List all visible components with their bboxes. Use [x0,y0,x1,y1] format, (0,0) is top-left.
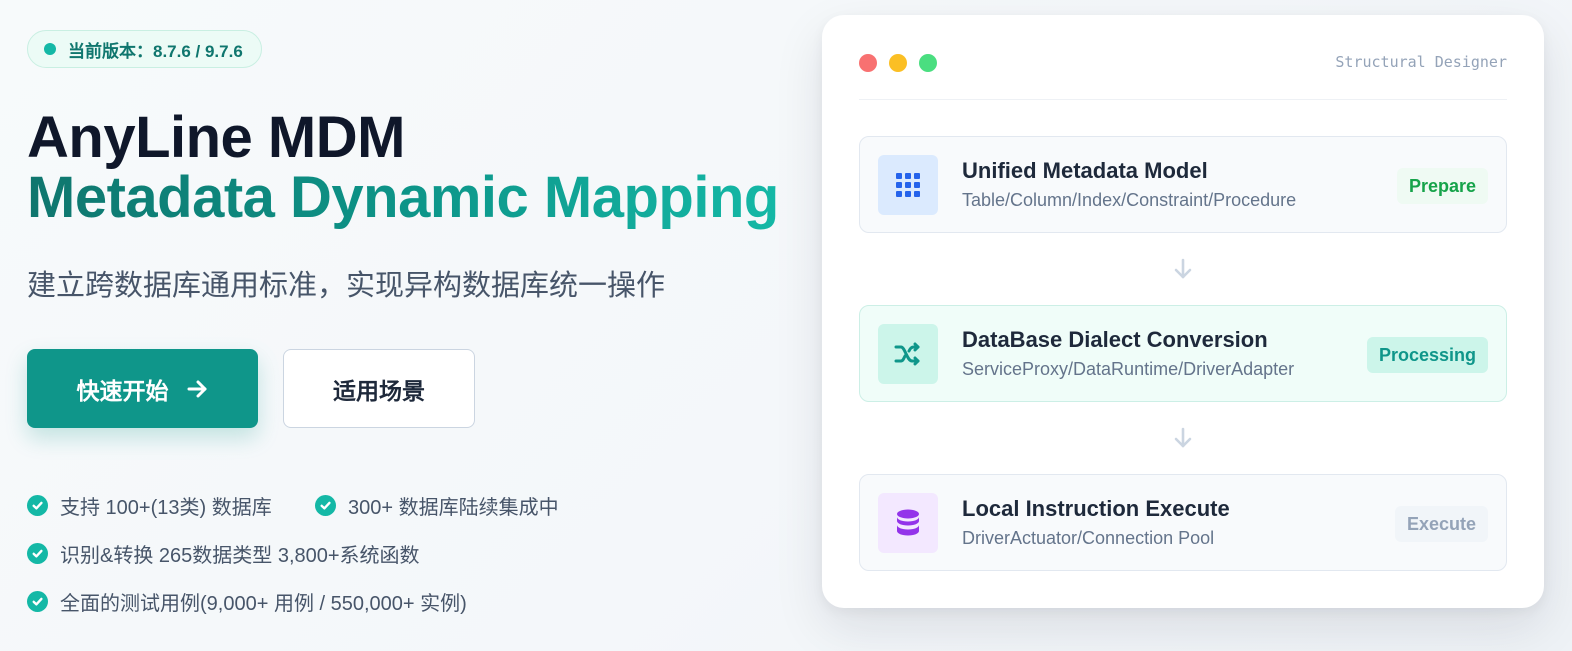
close-dot-icon[interactable] [859,54,877,72]
maximize-dot-icon[interactable] [919,54,937,72]
divider [859,99,1507,100]
version-badge: 当前版本：8.7.6 / 9.7.6 [27,30,262,68]
hero-subtitle: 建立跨数据库通用标准，实现异构数据库统一操作 [27,270,666,302]
feature-item: 支持 100+(13类) 数据库 [27,491,272,520]
feature-text: 300+ 数据库陆续集成中 [348,497,559,519]
quick-start-label: 快速开始 [76,377,169,404]
check-circle-icon [315,495,336,516]
hero-title-gradient: Metadata Dynamic Mapping [27,165,779,230]
step-dialect-conversion: DataBase Dialect Conversion ServiceProxy… [859,305,1507,402]
use-cases-button[interactable]: 适用场景 [283,349,475,428]
step-title: Unified Metadata Model [962,158,1208,183]
database-icon [878,492,938,553]
feature-text: 全面的测试用例(9,000+ 用例 / 550,000+ 实例) [60,593,467,615]
shuffle-icon [878,323,938,384]
step-title: Local Instruction Execute [962,496,1230,521]
step-instruction-execute: Local Instruction Execute DriverActuator… [859,474,1507,571]
arrow-down-icon [1174,258,1192,279]
feature-text: 支持 100+(13类) 数据库 [60,497,272,519]
feature-item: 识别&转换 265数据类型 3,800+系统函数 [27,539,420,568]
window-controls [859,54,937,72]
use-cases-label: 适用场景 [333,377,425,404]
status-dot-icon [44,43,56,55]
quick-start-button[interactable]: 快速开始 [27,349,258,428]
arrow-down-icon [1174,427,1192,448]
landing-page: 当前版本：8.7.6 / 9.7.6 AnyLine MDM Metadata … [0,0,1572,651]
step-title: DataBase Dialect Conversion [962,327,1268,352]
structural-designer-card: Structural Designer Unified Metadata Mod… [822,15,1544,608]
minimize-dot-icon[interactable] [889,54,907,72]
status-badge-prepare: Prepare [1396,168,1488,204]
hero-title: AnyLine MDM [27,105,405,170]
card-title: Structural Designer [1335,53,1507,71]
step-subtitle: ServiceProxy/DataRuntime/DriverAdapter [962,359,1295,379]
step-subtitle: Table/Column/Index/Constraint/Procedure [962,190,1297,210]
feature-item: 300+ 数据库陆续集成中 [315,491,559,520]
check-circle-icon [27,591,48,612]
step-subtitle: DriverActuator/Connection Pool [962,528,1215,548]
feature-item: 全面的测试用例(9,000+ 用例 / 550,000+ 实例) [27,587,467,616]
check-circle-icon [27,543,48,564]
arrow-right-icon [187,380,206,397]
feature-text: 识别&转换 265数据类型 3,800+系统函数 [60,545,420,567]
grid-icon [878,154,938,215]
check-circle-icon [27,495,48,516]
status-badge-execute: Execute [1394,506,1488,542]
step-metadata-model: Unified Metadata Model Table/Column/Inde… [859,136,1507,233]
status-badge-processing: Processing [1366,337,1488,373]
version-text: 当前版本：8.7.6 / 9.7.6 [68,41,243,61]
